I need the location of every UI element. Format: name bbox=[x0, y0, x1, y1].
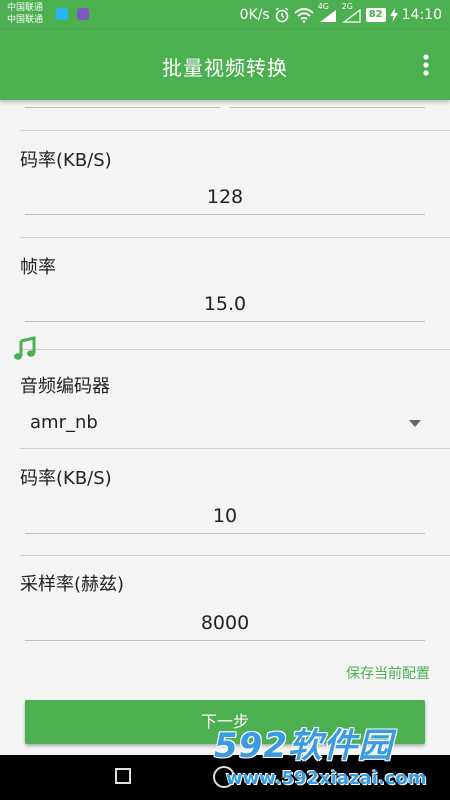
section-divider bbox=[20, 448, 450, 449]
settings-content[interactable]: 码率(KB/S) 128 帧率 15.0 音频编码器 amr_nb 码率(KB/… bbox=[0, 100, 450, 755]
samplerate-label: 采样率(赫兹) bbox=[20, 574, 125, 595]
carrier-name-1: 中国联通 bbox=[7, 3, 44, 13]
clock-time: 14:10 bbox=[401, 7, 442, 23]
video-bitrate-label: 码率(KB/S) bbox=[20, 150, 112, 171]
notification-app-icon bbox=[56, 8, 68, 20]
section-divider bbox=[20, 555, 450, 556]
watermark-url: www.592xiazai.com bbox=[226, 768, 427, 789]
framerate-input[interactable]: 15.0 bbox=[25, 293, 425, 315]
recent-apps-icon[interactable] bbox=[115, 768, 131, 784]
carrier-name-2: 中国联通 bbox=[7, 15, 44, 25]
dropdown-arrow-icon[interactable] bbox=[409, 420, 421, 427]
alarm-icon bbox=[275, 7, 289, 23]
video-bitrate-input[interactable]: 128 bbox=[25, 186, 425, 208]
samplerate-input[interactable]: 8000 bbox=[25, 612, 425, 634]
audio-bitrate-input[interactable]: 10 bbox=[25, 505, 425, 527]
status-indicators: 0K/s 4G 2G 82 14:10 bbox=[239, 2, 442, 24]
section-divider bbox=[20, 349, 450, 350]
section-divider bbox=[20, 237, 450, 238]
battery-indicator: 82 bbox=[365, 8, 386, 22]
signal-2g-icon: 2G bbox=[342, 2, 362, 23]
hidden-field-underline-right bbox=[230, 107, 425, 108]
wifi-icon bbox=[294, 8, 314, 23]
audio-bitrate-underline bbox=[25, 533, 425, 534]
hidden-field-underline-left bbox=[25, 107, 220, 108]
status-bar: 中国联通 中国联通 0K/s 4G 2G 82 14:10 bbox=[0, 0, 450, 30]
framerate-label: 帧率 bbox=[20, 257, 56, 278]
signal-4g-icon: 4G bbox=[318, 2, 338, 23]
video-bitrate-underline bbox=[25, 214, 425, 215]
save-config-link[interactable]: 保存当前配置 bbox=[346, 663, 430, 683]
app-bar: 批量视频转换 bbox=[0, 30, 450, 100]
notification-gallery-icon bbox=[77, 8, 89, 20]
audio-encoder-value: amr_nb bbox=[30, 412, 98, 433]
more-vert-icon[interactable] bbox=[422, 54, 430, 76]
page-title: 批量视频转换 bbox=[162, 56, 288, 80]
audio-bitrate-label: 码率(KB/S) bbox=[20, 468, 112, 489]
watermark-logo: 592软件园 bbox=[214, 726, 393, 766]
audio-encoder-label: 音频编码器 bbox=[20, 376, 110, 397]
carrier-info: 中国联通 中国联通 bbox=[7, 2, 43, 26]
section-divider bbox=[20, 130, 450, 131]
music-note-icon bbox=[14, 336, 36, 360]
samplerate-underline bbox=[25, 640, 425, 641]
framerate-underline bbox=[25, 321, 425, 322]
charging-icon bbox=[389, 8, 398, 22]
watermark: 592软件园 www.592xiazai.com bbox=[214, 718, 444, 798]
network-speed: 0K/s bbox=[239, 7, 270, 23]
